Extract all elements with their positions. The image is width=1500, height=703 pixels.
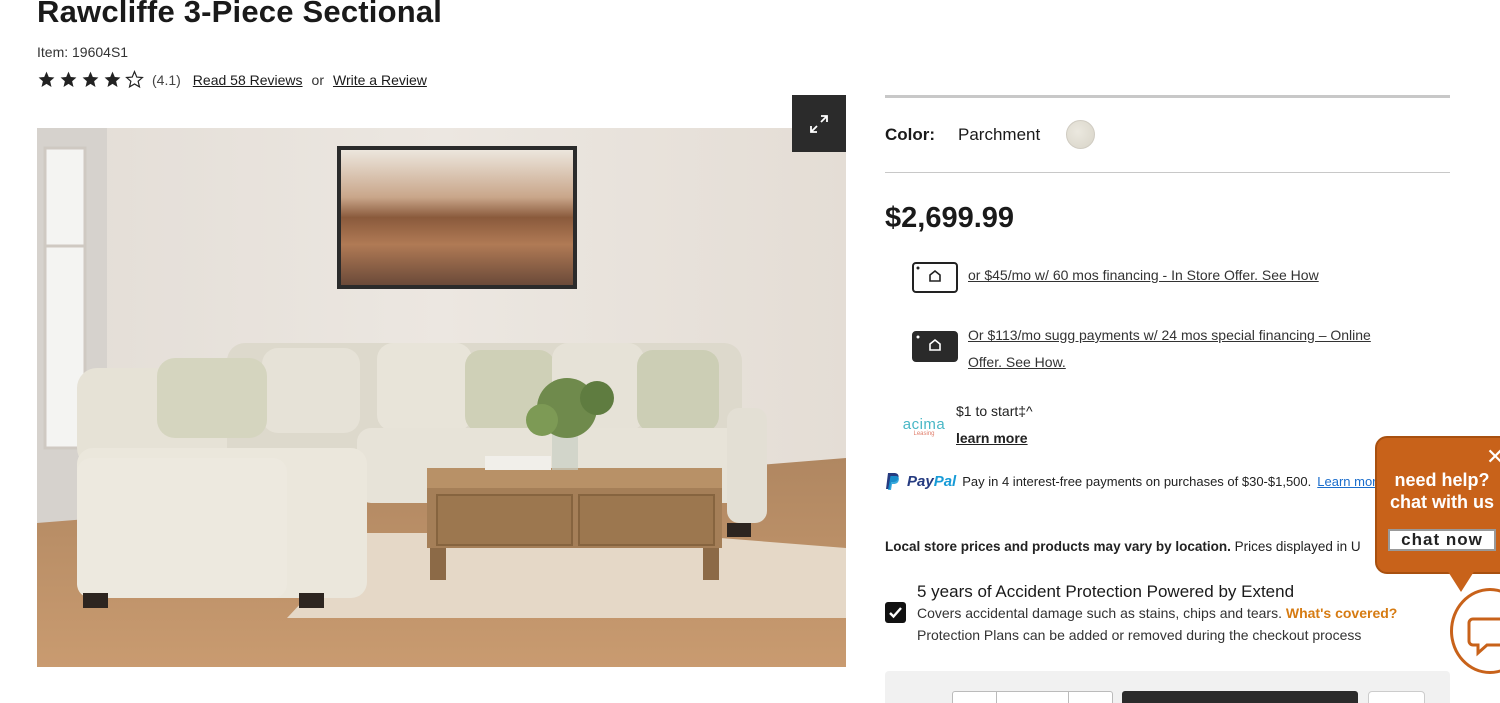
store-price-note: Local store prices and products may vary… (885, 539, 1361, 554)
quantity-decrement-button[interactable] (953, 692, 998, 703)
favorite-button[interactable] (1368, 691, 1425, 703)
rating-value: (4.1) (152, 71, 181, 88)
read-reviews-link[interactable]: Read 58 Reviews (193, 72, 303, 88)
acima-leasing: acima Leasing $1 to start‡^ learn more (898, 403, 1033, 446)
acima-learn-more-link[interactable]: learn more (956, 430, 1033, 446)
star-rating[interactable] (37, 70, 144, 89)
protection-title: 5 years of Accident Protection Powered b… (917, 582, 1295, 601)
product-title: Rawcliffe 3-Piece Sectional (37, 0, 443, 29)
or-text: or (311, 71, 324, 88)
color-label: Color: (885, 124, 936, 144)
star-empty-icon (125, 70, 144, 89)
paypal-icon (886, 473, 899, 490)
quantity-stepper[interactable] (952, 691, 1113, 703)
chat-close-icon[interactable]: ✕ (1486, 444, 1500, 470)
online-financing: Or $113/mo sugg payments w/ 24 mos speci… (912, 322, 1371, 376)
add-to-cart-button[interactable] (1122, 691, 1358, 703)
checkmark-icon (889, 607, 902, 619)
quantity-input[interactable] (997, 692, 1069, 703)
item-number: Item: 19604S1 (37, 44, 129, 60)
acima-offer: $1 to start‡^ (956, 403, 1033, 419)
paypal-logo: PayPal (907, 473, 957, 490)
store-card-icon (912, 262, 958, 293)
protection-checkbox[interactable] (885, 602, 906, 623)
expand-icon (810, 114, 828, 133)
acima-logo: acima Leasing (898, 416, 950, 437)
protection-description: Covers accidental damage such as stains,… (917, 605, 1282, 621)
store-note-bold: Local store prices and products may vary… (885, 539, 1231, 554)
color-swatch-parchment[interactable] (1066, 120, 1096, 149)
write-review-link[interactable]: Write a Review (333, 72, 427, 88)
divider (885, 95, 1450, 98)
star-filled-icon (104, 71, 121, 87)
protection-plan: 5 years of Accident Protection Powered b… (885, 582, 1397, 643)
in-store-financing: or $45/mo w/ 60 mos financing - In Store… (912, 262, 1319, 293)
product-image[interactable] (37, 128, 846, 667)
chat-line-2: chat with us (1389, 492, 1494, 512)
whats-covered-link[interactable]: What's covered? (1286, 605, 1397, 621)
sectional-sofa-image (37, 128, 846, 667)
online-financing-link[interactable]: Or $113/mo sugg payments w/ 24 mos speci… (968, 322, 1371, 349)
store-note-rest: Prices displayed in U (1234, 539, 1361, 554)
in-store-financing-link[interactable]: or $45/mo w/ 60 mos financing - In Store… (968, 262, 1319, 289)
chat-launcher-button[interactable] (1450, 588, 1500, 674)
star-filled-icon (38, 71, 55, 87)
expand-image-button[interactable] (792, 95, 846, 152)
chat-line-1: need help? (1394, 470, 1490, 490)
protection-note: Protection Plans can be added or removed… (917, 627, 1362, 643)
chat-bubble-tail (1447, 570, 1475, 592)
chat-now-button[interactable]: chat now (1388, 529, 1496, 551)
rating-row: (4.1) Read 58 Reviews or Write a Review (37, 70, 427, 89)
color-selector: Color: Parchment (885, 120, 1096, 149)
star-filled-icon (60, 71, 77, 87)
quantity-increment-button[interactable] (1069, 692, 1112, 703)
online-card-icon (912, 331, 958, 362)
paypal-text: Pay in 4 interest-free payments on purch… (962, 474, 1312, 489)
divider (885, 172, 1450, 173)
chat-icon (1467, 617, 1500, 657)
product-price: $2,699.99 (885, 202, 1015, 234)
star-filled-icon (82, 71, 99, 87)
paypal-offer: PayPal Pay in 4 interest-free payments o… (885, 472, 1384, 491)
online-financing-link-cont[interactable]: Offer. See How. (968, 349, 1371, 376)
color-value: Parchment (958, 124, 1041, 144)
paypal-learn-more-link[interactable]: Learn more (1317, 474, 1383, 489)
